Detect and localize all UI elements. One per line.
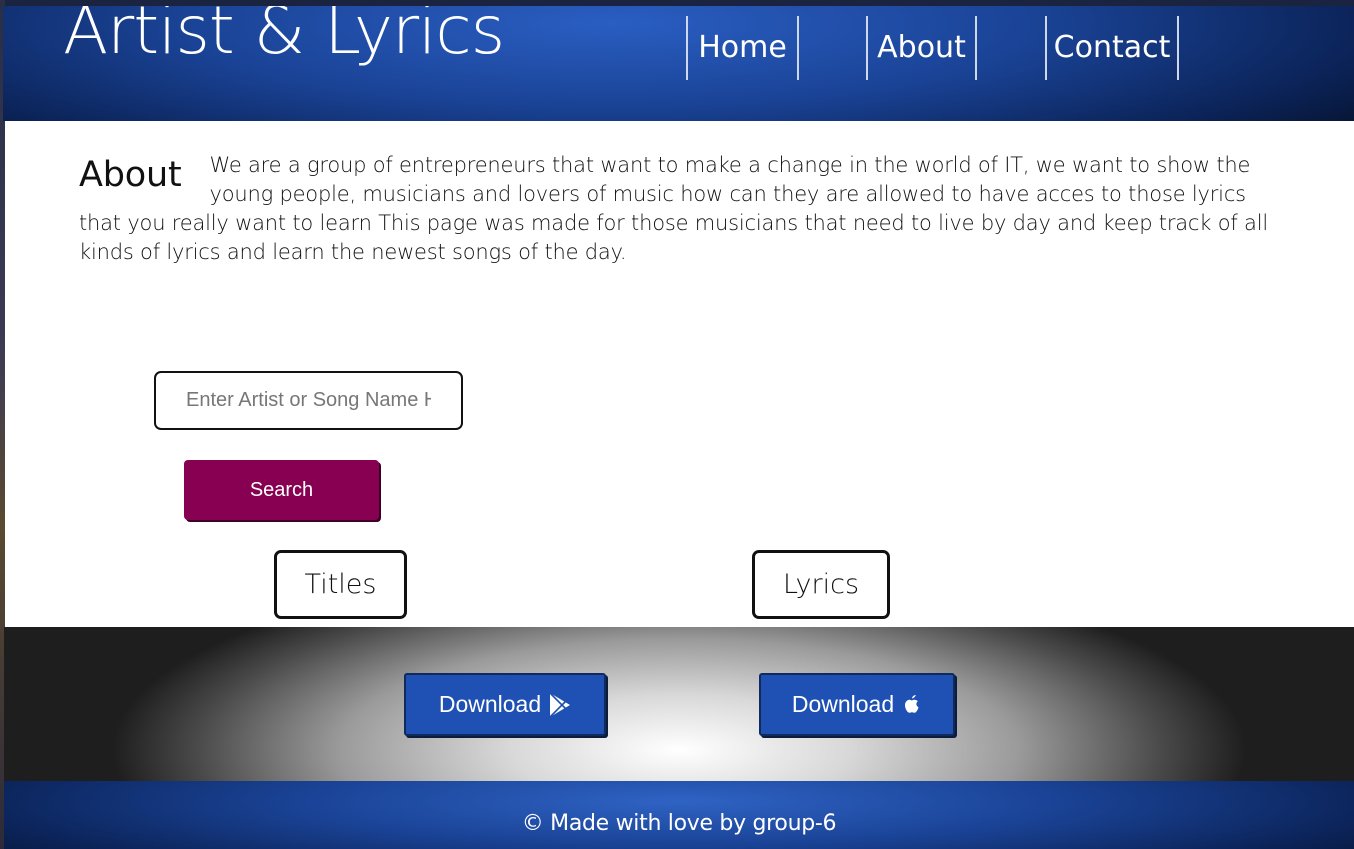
titles-button[interactable]: Titles: [274, 550, 407, 619]
main-content: About We are a group of entrepreneurs th…: [5, 121, 1354, 627]
download-section: Download Download: [4, 627, 1354, 781]
search-button[interactable]: Search: [184, 460, 379, 520]
nav-contact[interactable]: Contact: [1045, 16, 1179, 80]
google-play-icon: [549, 691, 571, 718]
lyrics-button[interactable]: Lyrics: [752, 550, 890, 619]
download-label: Download: [438, 691, 542, 717]
site-footer: © Made with love by group-6: [4, 781, 1354, 849]
site-logo: Artist & Lyrics: [63, 6, 505, 69]
download-google-play-button[interactable]: Download: [404, 673, 606, 736]
about-section: About We are a group of entrepreneurs th…: [79, 151, 1279, 267]
download-label: Download: [791, 691, 895, 717]
apple-icon: [902, 693, 922, 717]
about-text: We are a group of entrepreneurs that wan…: [79, 153, 1268, 264]
nav-home[interactable]: Home: [686, 16, 799, 80]
search-input[interactable]: [154, 371, 463, 430]
about-heading: About: [79, 155, 182, 195]
site-header: Artist & Lyrics Home About Contact: [3, 6, 1354, 121]
nav-about[interactable]: About: [866, 16, 977, 80]
download-apple-button[interactable]: Download: [759, 673, 955, 736]
footer-credit: © Made with love by group-6: [521, 811, 837, 836]
